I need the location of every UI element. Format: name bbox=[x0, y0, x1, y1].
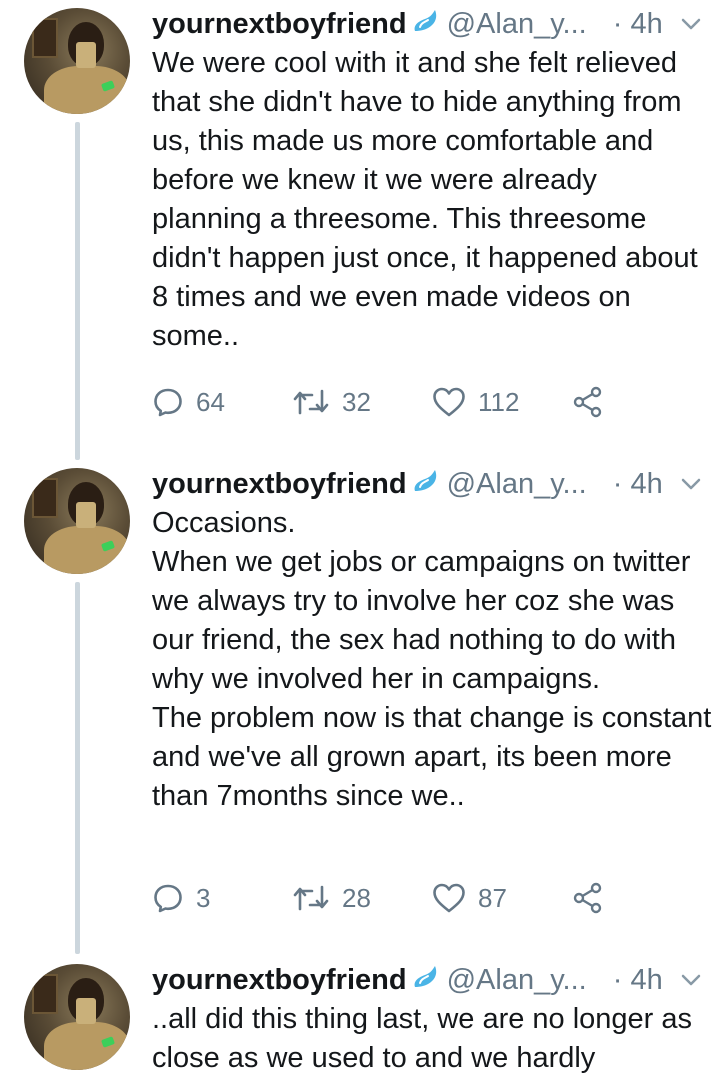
retweet-button[interactable]: 28 bbox=[292, 883, 432, 914]
like-button[interactable]: 87 bbox=[432, 882, 572, 914]
tweet[interactable]: yournextboyfriend @Alan_y... · 4h ..all … bbox=[0, 956, 720, 1075]
reply-icon bbox=[152, 386, 184, 418]
author-handle[interactable]: @Alan_y... bbox=[447, 468, 587, 501]
author-name[interactable]: yournextboyfriend bbox=[152, 468, 407, 501]
tweet-header: yournextboyfriend @Alan_y... · 4h bbox=[152, 958, 702, 1002]
tweet-actions: 3 28 87 bbox=[152, 878, 652, 918]
retweet-icon bbox=[292, 387, 330, 417]
tweet-text: We were cool with it and she felt reliev… bbox=[152, 47, 698, 352]
tweet-header: yournextboyfriend @Alan_y... · 4h bbox=[152, 2, 702, 46]
tweet-thread: yournextboyfriend @Alan_y... · 4h We wer… bbox=[0, 0, 720, 1075]
sweat-droplets-icon bbox=[411, 8, 439, 41]
timestamp[interactable]: · 4h bbox=[613, 964, 663, 997]
heart-icon bbox=[432, 386, 466, 418]
retweet-icon bbox=[292, 883, 330, 913]
timestamp[interactable]: · 4h bbox=[613, 468, 663, 501]
share-icon bbox=[572, 386, 604, 418]
like-button[interactable]: 112 bbox=[432, 386, 572, 418]
share-icon bbox=[572, 882, 604, 914]
timestamp[interactable]: · 4h bbox=[613, 8, 663, 41]
reply-count: 3 bbox=[196, 882, 211, 913]
chevron-down-icon[interactable] bbox=[680, 966, 702, 999]
sweat-droplets-icon bbox=[411, 468, 439, 501]
reply-icon bbox=[152, 882, 184, 914]
like-count: 112 bbox=[478, 386, 520, 417]
author-name[interactable]: yournextboyfriend bbox=[152, 964, 407, 997]
retweet-count: 28 bbox=[342, 882, 371, 913]
heart-icon bbox=[432, 882, 466, 914]
avatar[interactable] bbox=[24, 964, 130, 1070]
chevron-down-icon[interactable] bbox=[680, 470, 702, 503]
tweet-text: ..all did this thing last, we are no lon… bbox=[152, 1003, 693, 1074]
tweet[interactable]: yournextboyfriend @Alan_y... · 4h Occasi… bbox=[0, 460, 720, 954]
chevron-down-icon[interactable] bbox=[680, 10, 702, 43]
tweet-actions: 64 32 112 bbox=[152, 382, 652, 422]
retweet-count: 32 bbox=[342, 386, 371, 417]
reply-button[interactable]: 3 bbox=[152, 882, 292, 914]
author-name[interactable]: yournextboyfriend bbox=[152, 8, 407, 41]
tweet-header: yournextboyfriend @Alan_y... · 4h bbox=[152, 462, 702, 506]
avatar[interactable] bbox=[24, 468, 130, 574]
avatar[interactable] bbox=[24, 8, 130, 114]
like-count: 87 bbox=[478, 882, 507, 913]
retweet-button[interactable]: 32 bbox=[292, 387, 432, 418]
reply-button[interactable]: 64 bbox=[152, 386, 292, 418]
sweat-droplets-icon bbox=[411, 964, 439, 997]
reply-count: 64 bbox=[196, 386, 225, 417]
tweet-text: Occasions. When we get jobs or campaigns… bbox=[152, 507, 712, 812]
author-handle[interactable]: @Alan_y... bbox=[447, 8, 587, 41]
share-button[interactable] bbox=[572, 386, 604, 418]
share-button[interactable] bbox=[572, 882, 604, 914]
author-handle[interactable]: @Alan_y... bbox=[447, 964, 587, 997]
tweet[interactable]: yournextboyfriend @Alan_y... · 4h We wer… bbox=[0, 0, 720, 460]
